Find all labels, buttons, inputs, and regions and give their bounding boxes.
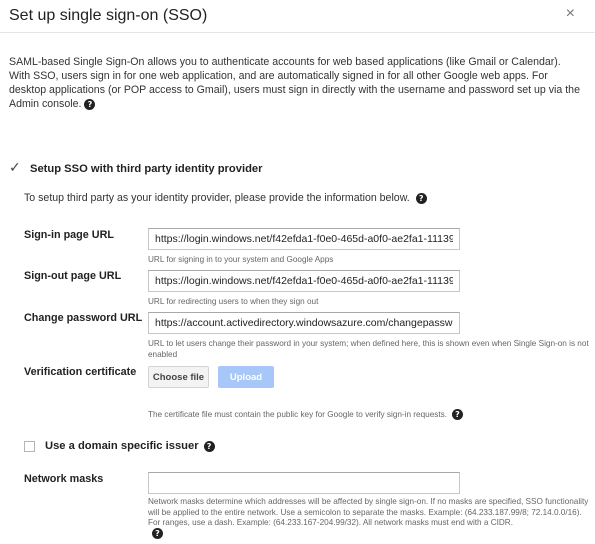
certificate-note-text: The certificate file must contain the pu…: [148, 410, 447, 419]
signin-url-label: Sign-in page URL: [24, 229, 114, 241]
help-icon[interactable]: ?: [84, 98, 96, 110]
signout-url-label: Sign-out page URL: [24, 270, 122, 282]
setup-instructions-text: To setup third party as your identity pr…: [24, 192, 410, 204]
domain-issuer-label: Use a domain specific issuer: [45, 440, 199, 452]
domain-issuer-row[interactable]: Use a domain specific issuer ?: [24, 440, 215, 452]
signout-url-input[interactable]: [148, 270, 460, 292]
sso-checkbox-label: Setup SSO with third party identity prov…: [30, 163, 263, 175]
signin-url-input[interactable]: [148, 228, 460, 250]
help-icon[interactable]: ?: [152, 528, 163, 539]
close-icon[interactable]: ×: [566, 6, 575, 22]
upload-button[interactable]: Upload: [218, 366, 274, 388]
network-masks-label: Network masks: [24, 473, 104, 485]
choose-file-button[interactable]: Choose file: [148, 366, 209, 388]
certificate-note: The certificate file must contain the pu…: [148, 409, 463, 420]
dialog-header: Set up single sign-on (SSO) ×: [0, 0, 595, 33]
sso-toggle-row[interactable]: Setup SSO with third party identity prov…: [9, 160, 263, 176]
signin-url-hint: URL for signing in to your system and Go…: [148, 255, 334, 264]
setup-instructions: To setup third party as your identity pr…: [24, 192, 427, 204]
network-masks-input[interactable]: [148, 472, 460, 494]
verification-certificate-label: Verification certificate: [24, 366, 137, 378]
help-icon[interactable]: ?: [203, 440, 215, 452]
network-masks-note: Network masks determine which addresses …: [148, 497, 589, 527]
intro-text: SAML-based Single Sign-On allows you to …: [9, 55, 584, 111]
dialog-title: Set up single sign-on (SSO): [9, 7, 208, 24]
signout-url-hint: URL for redirecting users to when they s…: [148, 297, 319, 306]
change-password-url-label: Change password URL: [24, 312, 143, 324]
change-password-url-input[interactable]: [148, 312, 460, 334]
domain-issuer-checkbox[interactable]: [24, 440, 35, 452]
help-icon[interactable]: ?: [451, 409, 463, 420]
change-password-url-hint: URL to let users change their password i…: [148, 339, 589, 359]
sso-checkbox[interactable]: [9, 160, 21, 176]
help-icon[interactable]: ?: [415, 192, 427, 204]
